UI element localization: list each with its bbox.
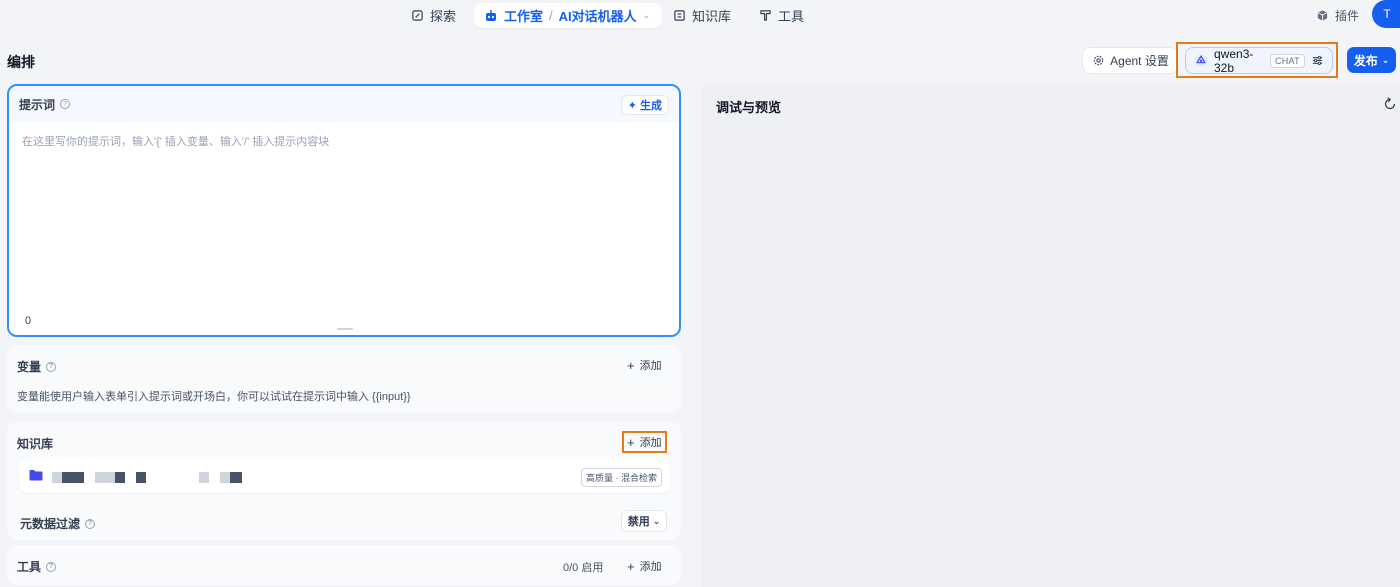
publish-button[interactable]: 发布 ⌄ <box>1347 47 1396 73</box>
nav-plugins-label: 插件 <box>1335 8 1360 23</box>
tools-title-wrap: 工具 ? <box>17 558 57 575</box>
gear-icon <box>1091 54 1105 68</box>
plus-icon: + <box>627 558 635 574</box>
page-title: 编排 <box>7 54 35 70</box>
nav-plugins[interactable]: 插件 <box>1315 3 1359 27</box>
agent-settings-button[interactable]: Agent 设置 <box>1082 47 1178 74</box>
metadata-filter-value: 禁用 <box>627 516 650 528</box>
redacted-text <box>220 472 230 483</box>
redacted-text <box>115 472 125 483</box>
refresh-icon[interactable] <box>1383 97 1397 111</box>
folder-icon <box>29 469 43 481</box>
avatar[interactable]: T <box>1372 0 1400 28</box>
variables-title: 变量 <box>17 360 42 374</box>
prompt-title: 提示词 <box>19 97 56 112</box>
book-icon <box>672 8 686 22</box>
sparkle-icon: ✦ <box>627 99 637 112</box>
chevron-down-icon[interactable]: ⌄ <box>643 10 651 21</box>
help-icon[interactable]: ? <box>46 561 57 572</box>
prompt-editor[interactable]: 在这里写你的提示词，输入'{' 插入变量、输入'/' 插入提示内容块 0 <box>9 122 679 335</box>
model-name: qwen3-32b <box>1214 46 1254 75</box>
nav-knowledge[interactable]: 知识库 <box>672 3 731 27</box>
tools-add-label: 添加 <box>639 561 662 573</box>
redacted-text <box>199 472 209 483</box>
model-selector[interactable]: qwen3-32b CHAT <box>1185 46 1333 75</box>
debug-title: 调试与预览 <box>716 100 782 115</box>
variables-add-button[interactable]: + 添加 <box>627 357 662 373</box>
redacted-text <box>230 472 242 483</box>
variables-description: 变量能使用户输入表单引入提示词或开场白，你可以试试在提示词中输入 {{input… <box>17 391 411 403</box>
redacted-text <box>95 472 115 483</box>
char-count: 0 <box>25 315 32 327</box>
prompt-panel: 提示词 ? ✦ 生成 在这里写你的提示词，输入'{' 插入变量、输入'/' 插入… <box>7 84 681 337</box>
qwen-logo-icon <box>1194 54 1208 68</box>
generate-label: 生成 <box>640 100 662 112</box>
robot-icon <box>484 9 498 23</box>
tools-title: 工具 <box>17 560 42 574</box>
cube-icon <box>1315 8 1329 22</box>
agent-settings-label: Agent 设置 <box>1110 54 1169 68</box>
variables-add-label: 添加 <box>639 360 662 372</box>
hammer-icon <box>758 8 772 22</box>
nav-explore-label: 探索 <box>430 8 457 24</box>
help-icon[interactable]: ? <box>46 361 57 372</box>
redacted-text <box>136 472 146 483</box>
metadata-filter-title: 元数据过滤 <box>20 517 81 531</box>
top-nav: 探索 工作室 / AI对话机器人 ⌄ 知识库 工具 插件 T <box>0 0 1400 36</box>
help-icon[interactable]: ? <box>85 518 96 529</box>
nav-knowledge-label: 知识库 <box>692 8 732 24</box>
knowledge-title: 知识库 <box>17 437 54 451</box>
tools-add-button[interactable]: + 添加 <box>627 558 662 574</box>
nav-studio[interactable]: 工作室 / AI对话机器人 ⌄ <box>474 3 663 28</box>
tools-enabled-count: 0/0 启用 <box>563 562 604 574</box>
metadata-filter-select[interactable]: 禁用 ⌄ <box>621 510 667 532</box>
nav-explore[interactable]: 探索 <box>410 3 456 27</box>
app-switcher[interactable]: AI对话机器人 <box>559 6 637 25</box>
chevron-down-icon: ⌄ <box>1381 54 1390 65</box>
retrieval-mode-tag: 高质量 · 混合检索 <box>581 468 662 487</box>
debug-preview-panel: 调试与预览 <box>701 84 1400 587</box>
prompt-placeholder: 在这里写你的提示词，输入'{' 插入变量、输入'/' 插入提示内容块 <box>22 136 330 148</box>
variables-section: 变量 ? + 添加 变量能使用户输入表单引入提示词或开场白，你可以试试在提示词中… <box>7 345 681 413</box>
model-mode-badge: CHAT <box>1269 53 1305 68</box>
plus-icon: + <box>627 357 635 373</box>
redacted-text <box>52 472 62 483</box>
knowledge-add-highlight-box <box>622 431 667 453</box>
resize-handle[interactable] <box>337 328 353 330</box>
redacted-text <box>62 472 84 483</box>
prompt-header: 提示词 ? <box>9 86 679 122</box>
knowledge-item[interactable]: 高质量 · 混合检索 <box>19 459 670 493</box>
compass-icon <box>410 8 424 22</box>
knowledge-section: 知识库 + 添加 高质量 · 混合检索 元数据过滤 ? 禁用 ⌄ <box>7 422 681 540</box>
publish-label: 发布 <box>1353 53 1378 68</box>
nav-separator: / <box>549 8 553 23</box>
nav-tools[interactable]: 工具 <box>758 3 804 27</box>
chevron-down-icon: ⌄ <box>652 515 661 526</box>
metadata-filter-title-wrap: 元数据过滤 ? <box>20 515 96 532</box>
help-icon[interactable]: ? <box>60 99 71 109</box>
nav-tools-label: 工具 <box>778 8 805 24</box>
sliders-icon[interactable] <box>1311 54 1324 68</box>
nav-studio-label: 工作室 <box>504 9 544 24</box>
tools-section: 工具 ? 0/0 启用 + 添加 <box>7 545 681 585</box>
variables-title-wrap: 变量 ? <box>17 358 57 375</box>
generate-button[interactable]: ✦ 生成 <box>620 95 669 115</box>
